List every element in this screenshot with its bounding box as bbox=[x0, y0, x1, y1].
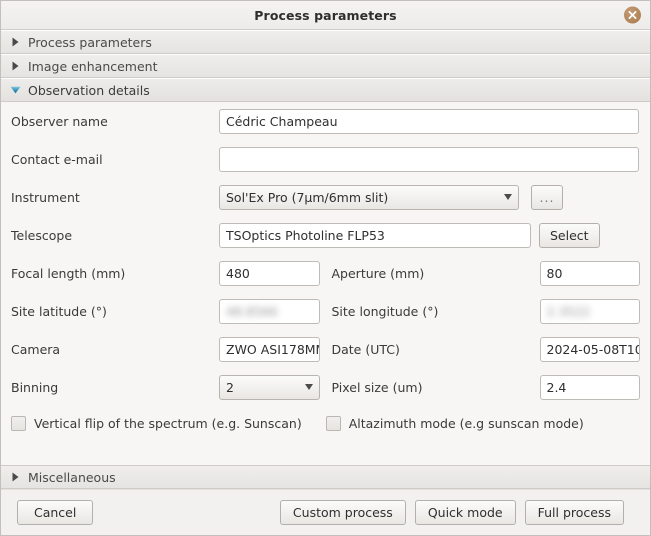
observer-name-input[interactable]: Cédric Champeau bbox=[219, 108, 639, 134]
site-longitude-input[interactable]: 2.3522 bbox=[539, 298, 640, 324]
dialog-footer: Miscellaneous Cancel Custom process Quic… bbox=[1, 465, 650, 535]
camera-label: Camera bbox=[11, 341, 61, 357]
triangle-right-icon bbox=[9, 60, 22, 73]
cancel-button[interactable]: Cancel bbox=[17, 500, 94, 525]
binning-select-value: 2 bbox=[226, 379, 234, 395]
aperture-input[interactable]: 80 bbox=[539, 260, 640, 286]
custom-process-button[interactable]: Custom process bbox=[279, 500, 406, 525]
date-utc-input[interactable]: 2024-05-08T10:32:15 bbox=[539, 336, 640, 362]
observation-details-form: Observer name Cédric Champeau Contact e-… bbox=[1, 102, 650, 465]
instrument-label: Instrument bbox=[11, 189, 80, 205]
telescope-label: Telescope bbox=[11, 227, 73, 243]
quick-mode-button[interactable]: Quick mode bbox=[414, 500, 516, 525]
site-latitude-input[interactable]: 48.8566 bbox=[219, 298, 320, 324]
camera-input[interactable]: ZWO ASI178MM bbox=[219, 336, 320, 362]
instrument-browse-button[interactable]: ... bbox=[531, 184, 563, 210]
site-longitude-label: Site longitude (°) bbox=[331, 303, 439, 319]
form-row-binning-pixelsize: Binning 2 Pixel size (um) 2.4 bbox=[11, 368, 640, 406]
telescope-input[interactable]: TSOptics Photoline FLP53 bbox=[219, 222, 531, 248]
chevron-down-icon bbox=[504, 194, 512, 200]
observer-name-label: Observer name bbox=[11, 113, 108, 129]
section-header-observation-details[interactable]: Observation details bbox=[1, 78, 650, 102]
title-bar: Process parameters bbox=[1, 1, 650, 30]
binning-label: Binning bbox=[11, 379, 59, 395]
aperture-label: Aperture (mm) bbox=[331, 265, 425, 281]
section-label: Observation details bbox=[28, 82, 150, 98]
form-row-telescope: Telescope TSOptics Photoline FLP53 Selec… bbox=[11, 216, 640, 254]
section-header-process-parameters[interactable]: Process parameters bbox=[1, 30, 650, 54]
site-latitude-value: 48.8566 bbox=[226, 303, 278, 319]
instrument-select[interactable]: Sol'Ex Pro (7µm/6mm slit) bbox=[219, 184, 519, 210]
pixel-size-label: Pixel size (um) bbox=[331, 379, 423, 395]
vertical-flip-checkbox[interactable] bbox=[11, 415, 26, 431]
triangle-right-icon bbox=[9, 471, 22, 484]
site-longitude-value: 2.3522 bbox=[546, 303, 591, 319]
section-header-image-enhancement[interactable]: Image enhancement bbox=[1, 54, 650, 78]
binning-select[interactable]: 2 bbox=[219, 374, 320, 400]
section-header-miscellaneous[interactable]: Miscellaneous bbox=[1, 465, 650, 489]
form-row-checkboxes: Vertical flip of the spectrum (e.g. Suns… bbox=[11, 406, 640, 440]
instrument-select-value: Sol'Ex Pro (7µm/6mm slit) bbox=[226, 189, 389, 205]
altazimuth-mode-label: Altazimuth mode (e.g sunscan mode) bbox=[348, 415, 584, 431]
form-row-instrument: Instrument Sol'Ex Pro (7µm/6mm slit) ... bbox=[11, 178, 640, 216]
form-row-camera-date: Camera ZWO ASI178MM Date (UTC) 2024-05-0… bbox=[11, 330, 640, 368]
altazimuth-mode-checkbox[interactable] bbox=[325, 415, 341, 431]
triangle-down-icon bbox=[9, 84, 22, 97]
process-parameters-dialog: Process parameters Process parameters Im… bbox=[0, 0, 651, 536]
contact-email-input[interactable] bbox=[219, 146, 639, 172]
form-row-observer-name: Observer name Cédric Champeau bbox=[11, 102, 640, 140]
section-label: Image enhancement bbox=[28, 58, 158, 74]
section-label: Process parameters bbox=[28, 34, 152, 50]
action-button-bar: Cancel Custom process Quick mode Full pr… bbox=[1, 489, 650, 535]
section-label: Miscellaneous bbox=[28, 469, 116, 485]
focal-length-label: Focal length (mm) bbox=[11, 265, 126, 281]
contact-email-label: Contact e-mail bbox=[11, 151, 103, 167]
focal-length-input[interactable]: 480 bbox=[219, 260, 320, 286]
telescope-select-button[interactable]: Select bbox=[539, 222, 600, 248]
close-icon[interactable] bbox=[624, 6, 641, 24]
site-latitude-label: Site latitude (°) bbox=[11, 303, 107, 319]
page-title: Process parameters bbox=[254, 7, 397, 23]
vertical-flip-checkbox-group[interactable]: Vertical flip of the spectrum (e.g. Suns… bbox=[11, 415, 302, 431]
full-process-button[interactable]: Full process bbox=[524, 500, 624, 525]
vertical-flip-label: Vertical flip of the spectrum (e.g. Suns… bbox=[34, 415, 302, 431]
form-row-site-coordinates: Site latitude (°) 48.8566 Site longitude… bbox=[11, 292, 640, 330]
pixel-size-input[interactable]: 2.4 bbox=[539, 374, 640, 400]
form-row-contact-email: Contact e-mail bbox=[11, 140, 640, 178]
date-utc-label: Date (UTC) bbox=[331, 341, 400, 357]
triangle-right-icon bbox=[9, 36, 22, 49]
chevron-down-icon bbox=[304, 384, 313, 390]
form-row-focal-aperture: Focal length (mm) 480 Aperture (mm) 80 bbox=[11, 254, 640, 292]
altazimuth-mode-checkbox-group[interactable]: Altazimuth mode (e.g sunscan mode) bbox=[325, 415, 584, 431]
